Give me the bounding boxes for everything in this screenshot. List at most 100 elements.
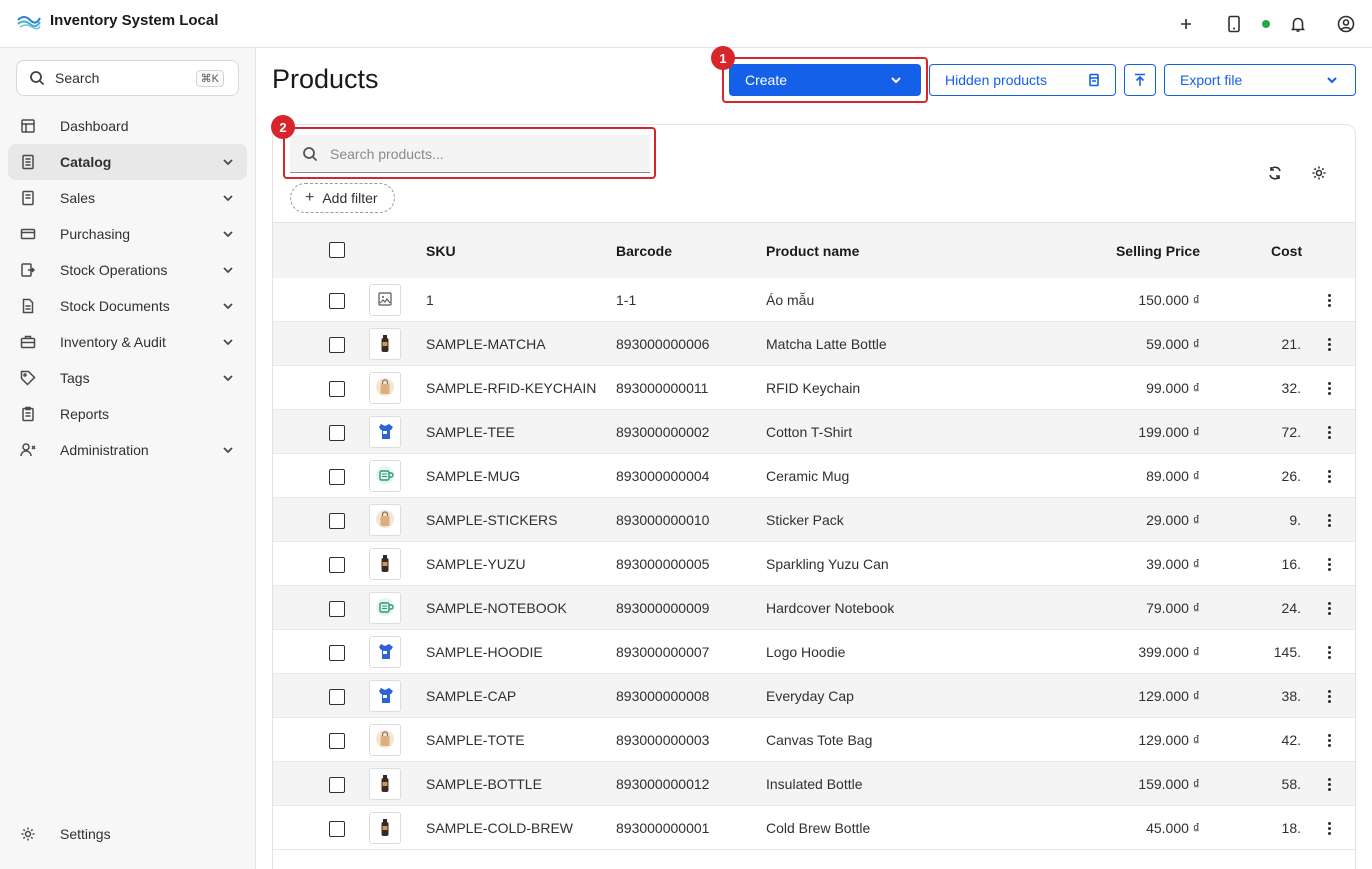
sidebar-item-stock-operations[interactable]: Stock Operations bbox=[8, 252, 247, 288]
table-row[interactable]: SAMPLE-BOTTLE 893000000012 Insulated Bottl… bbox=[273, 762, 1355, 806]
add-filter-button[interactable]: + Add filter bbox=[290, 183, 395, 213]
cell-product-name[interactable]: Canvas Tote Bag bbox=[766, 732, 872, 748]
bag-thumbnail-icon bbox=[374, 376, 396, 401]
table-settings-button[interactable] bbox=[1307, 161, 1331, 185]
table-row[interactable]: SAMPLE-MUG 893000000004 Ceramic Mug 89.000 … bbox=[273, 454, 1355, 498]
add-icon[interactable] bbox=[1172, 10, 1200, 38]
column-header-barcode[interactable]: Barcode bbox=[616, 243, 672, 259]
row-actions-menu-icon[interactable] bbox=[1321, 510, 1337, 530]
cell-product-name[interactable]: Sticker Pack bbox=[766, 512, 844, 528]
row-actions-menu-icon[interactable] bbox=[1321, 334, 1337, 354]
table-row[interactable]: SAMPLE-STICKERS 893000000010 Sticker Pack 2… bbox=[273, 498, 1355, 542]
column-header-selling-price[interactable]: Selling Price bbox=[1116, 243, 1200, 259]
cell-product-name[interactable]: Everyday Cap bbox=[766, 688, 854, 704]
cell-product-name[interactable]: Matcha Latte Bottle bbox=[766, 336, 887, 352]
column-header-cost[interactable]: Cost bbox=[1271, 243, 1302, 259]
row-checkbox[interactable] bbox=[329, 513, 345, 529]
table-row[interactable]: SAMPLE-RFID-KEYCHAIN 893000000011 RFID Key… bbox=[273, 366, 1355, 410]
sidebar-item-purchasing[interactable]: Purchasing bbox=[8, 216, 247, 252]
table-row[interactable]: SAMPLE-TOTE 893000000003 Canvas Tote Bag 12… bbox=[273, 718, 1355, 762]
cell-product-name[interactable]: Sparkling Yuzu Can bbox=[766, 556, 889, 572]
hidden-products-button[interactable]: Hidden products bbox=[929, 64, 1116, 96]
cell-product-name[interactable]: Ceramic Mug bbox=[766, 468, 849, 484]
cell-barcode: 1-1 bbox=[616, 292, 637, 308]
bell-icon[interactable] bbox=[1284, 10, 1312, 38]
row-checkbox[interactable] bbox=[329, 601, 345, 617]
product-search-field[interactable] bbox=[290, 135, 650, 173]
table-row[interactable]: SAMPLE-TEE 893000000002 Cotton T-Shirt 199.… bbox=[273, 410, 1355, 454]
row-checkbox[interactable] bbox=[329, 293, 345, 309]
export-file-dropdown[interactable]: Export file bbox=[1164, 64, 1356, 96]
cell-selling-price: 45.000 ₫ bbox=[1146, 820, 1200, 836]
row-checkbox[interactable] bbox=[329, 689, 345, 705]
row-checkbox[interactable] bbox=[329, 645, 345, 661]
cell-selling-price: 399.000 ₫ bbox=[1138, 644, 1200, 660]
row-actions-menu-icon[interactable] bbox=[1321, 598, 1337, 618]
row-actions-menu-icon[interactable] bbox=[1321, 642, 1337, 662]
row-checkbox[interactable] bbox=[329, 381, 345, 397]
row-actions-menu-icon[interactable] bbox=[1321, 554, 1337, 574]
row-checkbox[interactable] bbox=[329, 733, 345, 749]
cell-product-name[interactable]: Hardcover Notebook bbox=[766, 600, 894, 616]
row-checkbox[interactable] bbox=[329, 777, 345, 793]
sidebar-item-dashboard[interactable]: Dashboard bbox=[8, 108, 247, 144]
row-actions-menu-icon[interactable] bbox=[1321, 818, 1337, 838]
table-row[interactable]: SAMPLE-HOODIE 893000000007 Logo Hoodie 399.… bbox=[273, 630, 1355, 674]
app-title: Inventory System Local bbox=[50, 12, 219, 29]
sidebar-item-stock-documents[interactable]: Stock Documents bbox=[8, 288, 247, 324]
device-icon[interactable] bbox=[1220, 10, 1248, 38]
table-row[interactable]: SAMPLE-YUZU 893000000005 Sparkling Yuzu Ca… bbox=[273, 542, 1355, 586]
refresh-button[interactable] bbox=[1263, 161, 1287, 185]
cell-selling-price: 89.000 ₫ bbox=[1146, 468, 1200, 484]
sidebar-search[interactable]: Search ⌘K bbox=[16, 60, 239, 96]
table-row[interactable]: 1 1-1 Áo mẫu 150.000 ₫ bbox=[273, 278, 1355, 322]
row-checkbox[interactable] bbox=[329, 337, 345, 353]
row-actions-menu-icon[interactable] bbox=[1321, 422, 1337, 442]
cell-sku: SAMPLE-MATCHA bbox=[426, 336, 546, 352]
table-row[interactable]: SAMPLE-NOTEBOOK 893000000009 Hardcover Not… bbox=[273, 586, 1355, 630]
cell-product-name[interactable]: Cold Brew Bottle bbox=[766, 820, 870, 836]
row-actions-menu-icon[interactable] bbox=[1321, 774, 1337, 794]
select-all-checkbox[interactable] bbox=[329, 242, 345, 258]
row-checkbox[interactable] bbox=[329, 557, 345, 573]
sidebar-item-label: Administration bbox=[60, 442, 149, 458]
cell-product-name[interactable]: Insulated Bottle bbox=[766, 776, 863, 792]
cell-product-name[interactable]: Áo mẫu bbox=[766, 292, 814, 308]
row-actions-menu-icon[interactable] bbox=[1321, 290, 1337, 310]
row-actions-menu-icon[interactable] bbox=[1321, 466, 1337, 486]
cell-product-name[interactable]: RFID Keychain bbox=[766, 380, 860, 396]
sidebar-item-settings[interactable]: Settings bbox=[8, 816, 247, 852]
sidebar-item-sales[interactable]: Sales bbox=[8, 180, 247, 216]
create-button[interactable]: Create bbox=[729, 64, 921, 96]
search-shortcut-badge: ⌘K bbox=[195, 70, 224, 87]
cell-product-name[interactable]: Cotton T-Shirt bbox=[766, 424, 852, 440]
cell-product-name[interactable]: Logo Hoodie bbox=[766, 644, 845, 660]
column-header-product-name[interactable]: Product name bbox=[766, 243, 859, 259]
table-row[interactable]: SAMPLE-MATCHA 893000000006 Matcha Latte Bo… bbox=[273, 322, 1355, 366]
sidebar-item-label: Stock Operations bbox=[60, 262, 168, 278]
cell-selling-price: 29.000 ₫ bbox=[1146, 512, 1200, 528]
cell-barcode: 893000000007 bbox=[616, 644, 710, 660]
document-icon bbox=[20, 298, 36, 314]
row-actions-menu-icon[interactable] bbox=[1321, 730, 1337, 750]
row-checkbox[interactable] bbox=[329, 469, 345, 485]
upload-button[interactable] bbox=[1124, 64, 1156, 96]
cell-cost: 18. bbox=[1281, 820, 1301, 836]
row-actions-menu-icon[interactable] bbox=[1321, 378, 1337, 398]
row-checkbox[interactable] bbox=[329, 425, 345, 441]
sidebar-item-inventory-audit[interactable]: Inventory & Audit bbox=[8, 324, 247, 360]
cell-sku: SAMPLE-BOTTLE bbox=[426, 776, 542, 792]
product-search-input[interactable] bbox=[330, 145, 630, 162]
column-header-sku[interactable]: SKU bbox=[426, 243, 456, 259]
sidebar-item-administration[interactable]: Administration bbox=[8, 432, 247, 468]
table-row[interactable]: SAMPLE-COLD-BREW 893000000001 Cold Brew Bo… bbox=[273, 806, 1355, 850]
sidebar-item-reports[interactable]: Reports bbox=[8, 396, 247, 432]
report-icon bbox=[20, 406, 36, 422]
user-avatar-icon[interactable] bbox=[1332, 10, 1360, 38]
sidebar-item-catalog[interactable]: Catalog bbox=[8, 144, 247, 180]
table-row[interactable]: SAMPLE-CAP 893000000008 Everyday Cap 129.00… bbox=[273, 674, 1355, 718]
row-checkbox[interactable] bbox=[329, 821, 345, 837]
row-actions-menu-icon[interactable] bbox=[1321, 686, 1337, 706]
product-thumbnail bbox=[369, 724, 401, 756]
sidebar-item-tags[interactable]: Tags bbox=[8, 360, 247, 396]
